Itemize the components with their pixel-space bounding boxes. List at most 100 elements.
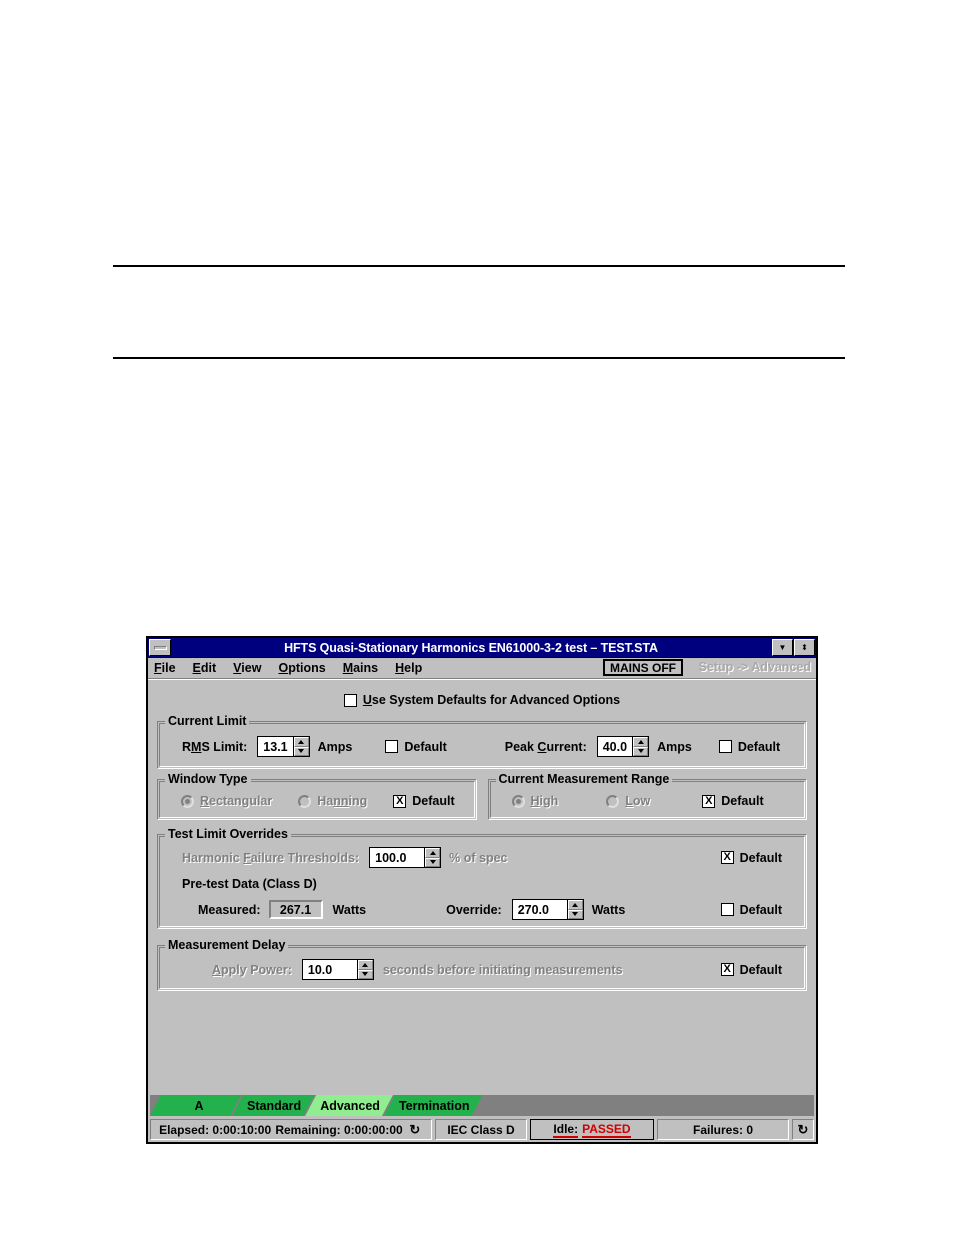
arrow-down-icon: [298, 749, 305, 754]
harmonic-threshold-label: Harmonic Failure Thresholds:: [182, 850, 360, 865]
rms-limit-value[interactable]: 13.1: [258, 737, 293, 756]
harmonic-threshold-unit: % of spec: [449, 850, 508, 865]
override-spin-down[interactable]: [567, 909, 583, 919]
title-bar-buttons: ▼ ⬍: [771, 639, 815, 656]
override-spin-up[interactable]: [567, 900, 583, 910]
test-limit-overrides-body: Harmonic Failure Thresholds: 100.0 % of …: [158, 835, 806, 928]
rms-limit-spin-up[interactable]: [293, 737, 309, 747]
test-limit-overrides-title: Test Limit Overrides: [165, 827, 291, 841]
arrow-down-icon: [362, 972, 369, 977]
peak-default-label: Default: [737, 739, 781, 754]
window-type-hanning-radio[interactable]: Hanning: [298, 794, 367, 808]
rms-default-checkbox-box: [385, 740, 399, 753]
harmonic-threshold-spin-down[interactable]: [425, 857, 441, 867]
override-default-checkbox-box: [720, 903, 734, 916]
range-low-radio[interactable]: Low: [606, 794, 650, 808]
menu-options[interactable]: Options: [278, 661, 325, 675]
status-refresh-cell[interactable]: ↻: [792, 1119, 814, 1140]
tab-strip: A Standard Advanced Termination: [150, 1095, 814, 1116]
peak-current-unit: Amps: [657, 739, 692, 754]
override-value[interactable]: 270.0: [512, 900, 567, 919]
override-spin-buttons[interactable]: [566, 900, 583, 919]
document-rule-top: [113, 265, 845, 267]
pretest-data-heading: Pre-test Data (Class D): [182, 877, 317, 891]
status-elapsed: Elapsed: 0:00:10:00: [159, 1122, 272, 1137]
menu-edit[interactable]: Edit: [193, 661, 217, 675]
rms-default-checkbox[interactable]: Default: [385, 739, 447, 754]
harmonic-threshold-value[interactable]: 100.0: [370, 848, 425, 867]
current-limit-group: Current Limit RMS Limit: 13.1 Amps Defau…: [157, 714, 807, 769]
rms-limit-unit: Amps: [317, 739, 353, 754]
tab-standard[interactable]: Standard: [232, 1095, 314, 1116]
menu-help[interactable]: Help: [395, 661, 422, 675]
override-unit: Watts: [591, 902, 626, 917]
peak-current-spin-up[interactable]: [633, 737, 649, 747]
menu-file[interactable]: File: [154, 661, 176, 675]
arrow-down-icon: [429, 860, 436, 865]
peak-current-spinner[interactable]: 40.0: [596, 736, 650, 757]
harmonic-threshold-spinner[interactable]: 100.0: [369, 847, 442, 868]
measurement-delay-default-checkbox[interactable]: X Default: [720, 962, 782, 977]
harmonic-threshold-spin-buttons[interactable]: [424, 848, 441, 867]
system-menu-icon[interactable]: [149, 639, 171, 656]
restore-button[interactable]: ⬍: [794, 639, 815, 656]
window-type-default-checkbox[interactable]: X Default: [393, 794, 455, 808]
harmonic-threshold-spin-up[interactable]: [425, 848, 441, 858]
override-spinner[interactable]: 270.0: [511, 899, 584, 920]
system-menu-bar-glyph: [153, 645, 167, 650]
rms-limit-spin-buttons[interactable]: [292, 737, 309, 756]
menu-mains[interactable]: Mains: [343, 661, 378, 675]
breadcrumb: Setup -> Advanced: [698, 660, 811, 674]
range-high-radio[interactable]: High: [511, 794, 559, 808]
apply-power-spin-buttons[interactable]: [356, 960, 373, 979]
refresh-icon[interactable]: ↻: [407, 1123, 423, 1136]
menu-view[interactable]: View: [233, 661, 261, 675]
arrow-up-icon: [572, 902, 579, 907]
measurement-delay-default-label: Default: [739, 962, 782, 977]
measurement-delay-body: Apply Power: 10.0 seconds before initiat…: [158, 946, 806, 990]
refresh-icon-2[interactable]: ↻: [795, 1123, 811, 1136]
range-high-dot: [511, 794, 525, 808]
arrow-up-icon: [637, 739, 644, 744]
title-bar[interactable]: HFTS Quasi-Stationary Harmonics EN61000-…: [148, 638, 816, 658]
peak-current-spin-buttons[interactable]: [632, 737, 649, 756]
arrow-down-icon: [572, 912, 579, 917]
use-system-defaults-checkbox[interactable]: Use System Defaults for Advanced Options: [343, 693, 620, 707]
mains-status-button[interactable]: MAINS OFF: [603, 659, 683, 676]
apply-power-spin-down[interactable]: [357, 969, 373, 979]
peak-default-checkbox[interactable]: Default: [718, 739, 781, 754]
apply-power-spin-up[interactable]: [357, 960, 373, 970]
measured-value: 267.1: [268, 900, 323, 919]
range-low-label: Low: [625, 794, 651, 808]
status-state-result: PASSED: [582, 1121, 631, 1138]
rms-limit-spinner[interactable]: 13.1: [257, 736, 310, 757]
apply-power-label: Apply Power:: [212, 962, 292, 977]
tab-a[interactable]: A: [150, 1095, 241, 1116]
tab-termination[interactable]: Termination: [384, 1095, 483, 1116]
window-type-rectangular-dot: [181, 794, 194, 808]
menu-bar: File Edit View Options Mains Help MAINS …: [148, 658, 816, 679]
measurement-delay-default-checkbox-box: X: [720, 963, 734, 976]
range-default-checkbox-box: X: [702, 794, 716, 808]
rms-default-label: Default: [404, 739, 447, 754]
tab-advanced[interactable]: Advanced: [305, 1095, 393, 1116]
minimize-button[interactable]: ▼: [772, 639, 793, 656]
peak-current-value[interactable]: 40.0: [597, 737, 633, 756]
range-high-label: High: [530, 794, 559, 808]
apply-power-value[interactable]: 10.0: [302, 960, 357, 979]
use-system-defaults-checkbox-box: [343, 693, 357, 707]
current-measurement-range-group: Current Measurement Range High Low X Def…: [487, 772, 807, 820]
status-bar: Elapsed: 0:00:10:00 Remaining: 0:00:00:0…: [150, 1119, 814, 1140]
apply-power-spinner[interactable]: 10.0: [301, 959, 374, 980]
override-default-checkbox[interactable]: Default: [720, 903, 782, 917]
rms-limit-label: RMS Limit:: [182, 739, 248, 754]
test-limit-overrides-group: Test Limit Overrides Harmonic Failure Th…: [157, 827, 807, 929]
status-remaining: Remaining: 0:00:00:00: [275, 1122, 403, 1137]
rms-limit-spin-down[interactable]: [293, 746, 309, 756]
window-type-rectangular-radio[interactable]: Rectangular: [181, 794, 272, 808]
peak-current-spin-down[interactable]: [633, 746, 649, 756]
range-default-checkbox[interactable]: X Default: [702, 794, 764, 808]
status-timers: Elapsed: 0:00:10:00 Remaining: 0:00:00:0…: [150, 1119, 432, 1140]
harmonic-threshold-default-checkbox[interactable]: X Default: [720, 851, 782, 865]
peak-default-checkbox-box: [718, 740, 732, 753]
